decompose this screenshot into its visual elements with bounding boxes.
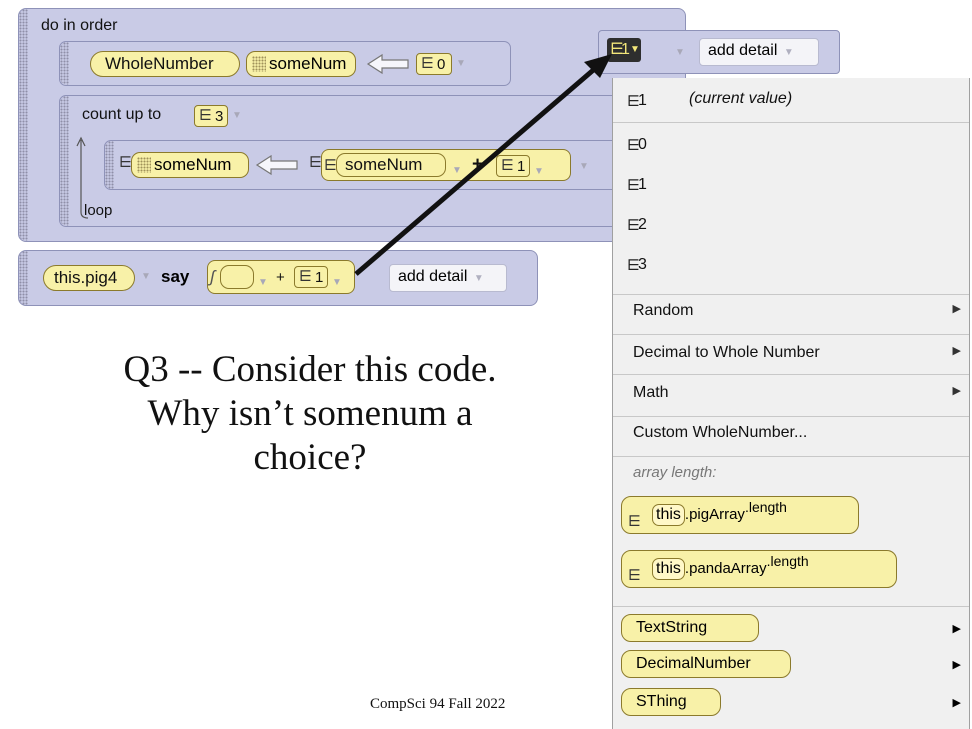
- question-line-2: Why isn’t somenum a: [147, 393, 473, 434]
- question-line-1: Q3 -- Consider this code.: [123, 349, 497, 390]
- question-line-3: choice?: [253, 437, 367, 478]
- slide-footer: CompSci 94 Fall 2022: [370, 696, 506, 712]
- question-text: Q3 -- Consider this code. Why isn’t some…: [30, 348, 590, 480]
